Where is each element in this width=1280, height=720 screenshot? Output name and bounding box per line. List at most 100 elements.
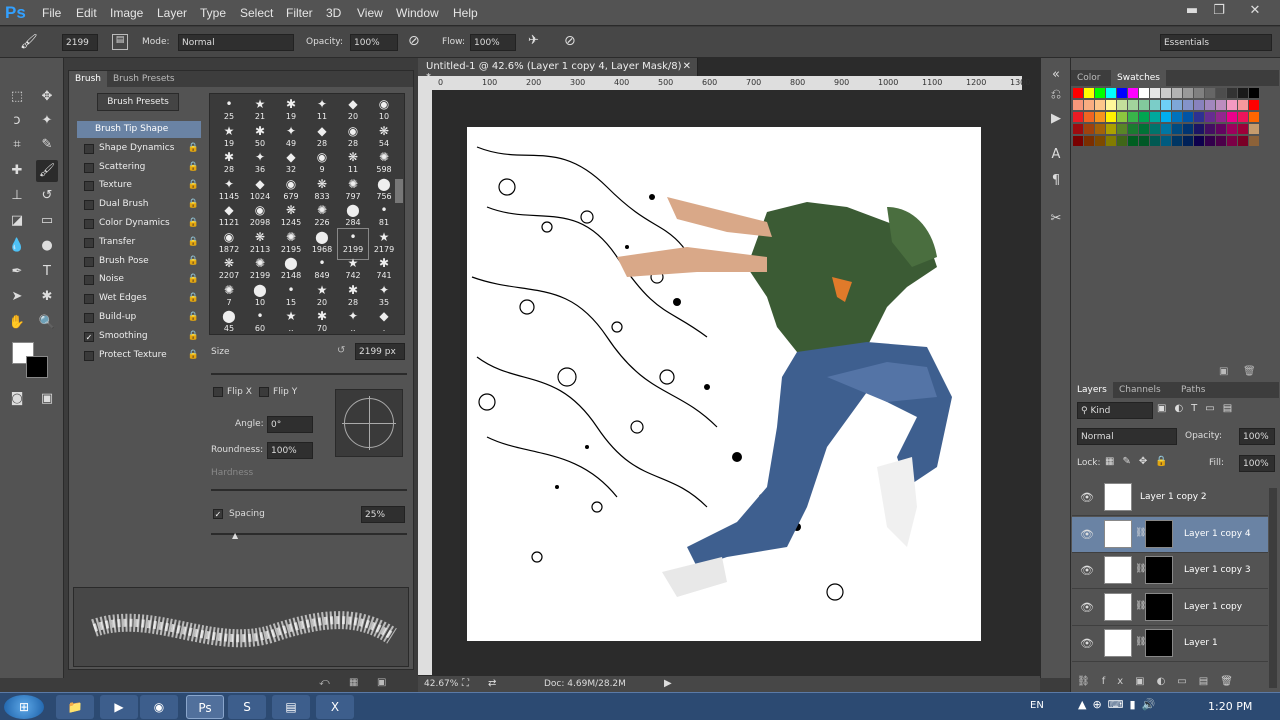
brush-option-checkbox[interactable] bbox=[84, 275, 94, 286]
eyedropper-icon[interactable]: ✎ bbox=[36, 134, 58, 156]
brush-tip-cell[interactable]: ❋ 2207 bbox=[214, 255, 244, 285]
lock-icon[interactable]: 🔒 bbox=[188, 237, 199, 247]
zoom-tool-icon[interactable]: 🔍 bbox=[36, 312, 58, 334]
brush-option-item[interactable]: Shape Dynamics 🔒 bbox=[77, 140, 201, 157]
tab-color[interactable]: Color bbox=[1071, 70, 1107, 86]
brush-tip-cell[interactable]: ✦ 35 bbox=[369, 282, 399, 312]
color-swatch[interactable] bbox=[1216, 136, 1226, 146]
brush-tip-cell[interactable]: ❋ 54 bbox=[369, 123, 399, 153]
brush-tip-cell[interactable]: ◆ 1121 bbox=[214, 202, 244, 232]
brush-tip-cell[interactable]: ◉ 9 bbox=[307, 149, 337, 179]
brush-tip-cell[interactable]: ✦ 1145 bbox=[214, 176, 244, 206]
blur-icon[interactable]: 💧 bbox=[6, 235, 28, 257]
menu-image[interactable]: Image bbox=[110, 6, 143, 20]
color-swatch[interactable] bbox=[1183, 100, 1193, 110]
color-swatch[interactable] bbox=[1172, 100, 1182, 110]
color-swatch[interactable] bbox=[1161, 136, 1171, 146]
clone-stamp-icon[interactable]: ⊥ bbox=[6, 185, 28, 207]
menu-help[interactable]: Help bbox=[453, 6, 478, 20]
color-swatch[interactable] bbox=[1095, 124, 1105, 134]
layer-thumbnail[interactable] bbox=[1104, 592, 1132, 621]
document-tab[interactable]: Untitled-1 @ 42.6% (Layer 1 copy 4, Laye… bbox=[418, 58, 698, 83]
brush-tip-cell[interactable]: • 60 bbox=[245, 308, 275, 338]
layer-mask-thumbnail[interactable] bbox=[1145, 519, 1173, 548]
color-swatch[interactable] bbox=[1073, 124, 1083, 134]
menu-window[interactable]: Window bbox=[396, 6, 439, 20]
media-player-icon[interactable]: ▶ bbox=[100, 695, 138, 719]
color-swatch[interactable] bbox=[1205, 136, 1215, 146]
color-swatch[interactable] bbox=[1084, 136, 1094, 146]
brush-option-item[interactable]: Wet Edges 🔒 bbox=[77, 290, 201, 307]
brush-tip-cell[interactable]: ★ 21 bbox=[245, 96, 275, 126]
lock-icon[interactable]: 🔒 bbox=[188, 256, 199, 266]
close-tab-icon[interactable]: ✕ bbox=[683, 61, 691, 72]
brush-tip-cell[interactable]: • 2199 bbox=[337, 227, 369, 260]
color-swatch[interactable] bbox=[1238, 88, 1248, 98]
color-swatch[interactable] bbox=[1205, 112, 1215, 122]
layer-name[interactable]: Layer 1 copy 3 bbox=[1184, 565, 1251, 575]
color-swatch[interactable] bbox=[1139, 124, 1149, 134]
healing-brush-icon[interactable]: ✚ bbox=[6, 160, 28, 182]
color-swatch[interactable] bbox=[1117, 124, 1127, 134]
color-swatch[interactable] bbox=[1150, 136, 1160, 146]
brush-tip-cell[interactable]: • 849 bbox=[307, 255, 337, 285]
menu-file[interactable]: File bbox=[42, 6, 61, 20]
color-swatch[interactable] bbox=[1084, 88, 1094, 98]
flip-y-checkbox[interactable] bbox=[259, 387, 269, 397]
notepad-icon[interactable]: ▤ bbox=[272, 695, 310, 719]
color-swatch[interactable] bbox=[1095, 136, 1105, 146]
color-swatch[interactable] bbox=[1238, 136, 1248, 146]
layer-mask-thumbnail[interactable] bbox=[1145, 592, 1173, 621]
lock-icon[interactable]: 🔒 bbox=[188, 293, 199, 303]
color-swatch[interactable] bbox=[1227, 100, 1237, 110]
quick-mask-icon[interactable]: ◙ bbox=[6, 388, 28, 410]
angle-roundness-preview[interactable] bbox=[335, 389, 403, 457]
layer-name[interactable]: Layer 1 copy 4 bbox=[1184, 529, 1251, 539]
lasso-tool-icon[interactable]: ↄ bbox=[6, 110, 28, 132]
new-preset-icon[interactable]: ▣ bbox=[377, 677, 386, 688]
opacity-field[interactable]: 100% bbox=[350, 34, 398, 51]
brush-tip-cell[interactable]: ✱ 70 bbox=[307, 308, 337, 338]
brush-option-item[interactable]: Brush Tip Shape bbox=[77, 121, 201, 138]
brush-tip-cell[interactable]: ✱ 28 bbox=[338, 282, 368, 312]
mode-select[interactable]: Normal bbox=[178, 34, 294, 51]
color-swatch[interactable] bbox=[1139, 88, 1149, 98]
brush-tip-cell[interactable]: ◉ 10 bbox=[369, 96, 399, 126]
brush-option-item[interactable]: Transfer 🔒 bbox=[77, 234, 201, 251]
brush-option-checkbox[interactable] bbox=[84, 219, 94, 229]
color-swatch[interactable] bbox=[1073, 100, 1083, 110]
brush-option-checkbox[interactable] bbox=[84, 237, 94, 248]
shape-tool-icon[interactable]: ✱ bbox=[36, 286, 58, 308]
layer-row[interactable]: 👁 Layer 1 copy 2 bbox=[1072, 480, 1268, 516]
brush-tip-cell[interactable]: ✱ 19 bbox=[276, 96, 306, 126]
color-swatch[interactable] bbox=[1227, 88, 1237, 98]
character-panel-icon[interactable]: A bbox=[1045, 144, 1067, 166]
spacing-slider[interactable] bbox=[211, 533, 407, 535]
tool-presets-icon[interactable]: ✂ bbox=[1045, 208, 1067, 230]
crop-tool-icon[interactable]: ⌗ bbox=[6, 134, 28, 156]
color-swatch[interactable] bbox=[1183, 124, 1193, 134]
pen-tool-icon[interactable]: ✒ bbox=[6, 261, 28, 283]
color-swatch[interactable] bbox=[1216, 112, 1226, 122]
brush-tip-cell[interactable]: ✺ 598 bbox=[369, 149, 399, 179]
spacing-checkbox[interactable]: ✓ bbox=[213, 509, 223, 519]
lock-icon[interactable]: 🔒 bbox=[188, 143, 199, 153]
brush-tip-cell[interactable]: ✦ 36 bbox=[245, 149, 275, 179]
brush-option-item[interactable]: Brush Pose 🔒 bbox=[77, 253, 201, 270]
brush-presets-button[interactable]: Brush Presets bbox=[97, 93, 179, 111]
color-swatch[interactable] bbox=[1172, 124, 1182, 134]
menu-type[interactable]: Type bbox=[200, 6, 226, 20]
tab-brush[interactable]: Brush bbox=[69, 71, 107, 87]
brush-tip-cell[interactable]: ◉ 1872 bbox=[214, 229, 244, 259]
color-swatch[interactable] bbox=[1128, 88, 1138, 98]
flip-x-checkbox[interactable] bbox=[213, 387, 223, 397]
color-swatch[interactable] bbox=[1150, 88, 1160, 98]
color-swatch[interactable] bbox=[1205, 88, 1215, 98]
color-swatch[interactable] bbox=[1249, 112, 1259, 122]
brush-tip-cell[interactable]: ◆ 1024 bbox=[245, 176, 275, 206]
color-swatch[interactable] bbox=[1106, 124, 1116, 134]
brush-tip-cell[interactable]: ✺ 226 bbox=[307, 202, 337, 232]
color-swatch[interactable] bbox=[1227, 112, 1237, 122]
brush-option-checkbox[interactable] bbox=[84, 350, 94, 361]
flow-field[interactable]: 100% bbox=[470, 34, 516, 51]
